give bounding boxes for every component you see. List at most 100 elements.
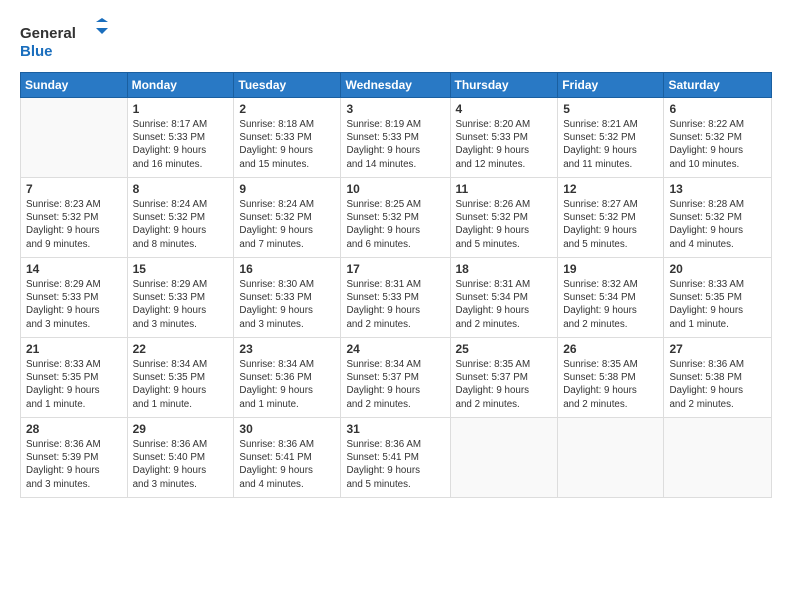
day-number: 19 xyxy=(563,262,658,276)
cell-detail-text: Sunrise: 8:36 AMSunset: 5:41 PMDaylight:… xyxy=(346,438,444,491)
day-number: 3 xyxy=(346,102,444,116)
calendar-cell: 18 Sunrise: 8:31 AMSunset: 5:34 PMDayligh… xyxy=(450,258,558,338)
day-number: 15 xyxy=(133,262,229,276)
cell-detail-text: Sunrise: 8:23 AMSunset: 5:32 PMDaylight:… xyxy=(26,198,122,251)
cell-detail-text: Sunrise: 8:29 AMSunset: 5:33 PMDaylight:… xyxy=(26,278,122,331)
calendar-cell xyxy=(450,418,558,498)
cell-detail-text: Sunrise: 8:31 AMSunset: 5:33 PMDaylight:… xyxy=(346,278,444,331)
calendar-cell: 11Sunrise: 8:26 AMSunset: 5:32 PMDayligh… xyxy=(450,178,558,258)
calendar-table: SundayMondayTuesdayWednesdayThursdayFrid… xyxy=(20,72,772,498)
weekday-header-cell: Sunday xyxy=(21,73,128,98)
cell-detail-text: Sunrise: 8:20 AMSunset: 5:33 PMDaylight:… xyxy=(456,118,553,171)
calendar-cell: 13 Sunrise: 8:28 AMSunset: 5:32 PMDayligh… xyxy=(664,178,772,258)
day-number: 9 xyxy=(239,182,335,196)
calendar-cell: 20 Sunrise: 8:33 AMSunset: 5:35 PMDayligh… xyxy=(664,258,772,338)
cell-detail-text: Sunrise: 8:34 AMSunset: 5:36 PMDaylight:… xyxy=(239,358,335,411)
weekday-header-cell: Thursday xyxy=(450,73,558,98)
day-number: 27 xyxy=(669,342,766,356)
calendar-week-row: 14 Sunrise: 8:29 AMSunset: 5:33 PMDayligh… xyxy=(21,258,772,338)
calendar-cell: 27 Sunrise: 8:36 AMSunset: 5:38 PMDayligh… xyxy=(664,338,772,418)
calendar-cell: 30Sunrise: 8:36 AMSunset: 5:41 PMDayligh… xyxy=(234,418,341,498)
cell-detail-text: Sunrise: 8:36 AMSunset: 5:40 PMDaylight:… xyxy=(133,438,229,491)
calendar-cell: 19 Sunrise: 8:32 AMSunset: 5:34 PMDayligh… xyxy=(558,258,664,338)
day-number: 24 xyxy=(346,342,444,356)
calendar-week-row: 28 Sunrise: 8:36 AMSunset: 5:39 PMDayligh… xyxy=(21,418,772,498)
cell-detail-text: Sunrise: 8:24 AMSunset: 5:32 PMDaylight:… xyxy=(133,198,229,251)
calendar-cell: 26 Sunrise: 8:35 AMSunset: 5:38 PMDayligh… xyxy=(558,338,664,418)
day-number: 11 xyxy=(456,182,553,196)
day-number: 29 xyxy=(133,422,229,436)
header: General Blue xyxy=(20,18,772,62)
calendar-cell: 5Sunrise: 8:21 AMSunset: 5:32 PMDaylight… xyxy=(558,98,664,178)
calendar-cell: 1Sunrise: 8:17 AMSunset: 5:33 PMDaylight… xyxy=(127,98,234,178)
day-number: 10 xyxy=(346,182,444,196)
svg-text:General: General xyxy=(20,25,76,42)
calendar-week-row: 21Sunrise: 8:33 AMSunset: 5:35 PMDayligh… xyxy=(21,338,772,418)
day-number: 25 xyxy=(456,342,553,356)
calendar-cell: 6Sunrise: 8:22 AMSunset: 5:32 PMDaylight… xyxy=(664,98,772,178)
cell-detail-text: Sunrise: 8:34 AMSunset: 5:35 PMDaylight:… xyxy=(133,358,229,411)
cell-detail-text: Sunrise: 8:27 AMSunset: 5:32 PMDaylight:… xyxy=(563,198,658,251)
weekday-header-cell: Friday xyxy=(558,73,664,98)
cell-detail-text: Sunrise: 8:24 AMSunset: 5:32 PMDaylight:… xyxy=(239,198,335,251)
logo: General Blue xyxy=(20,18,110,62)
day-number: 12 xyxy=(563,182,658,196)
weekday-header-cell: Tuesday xyxy=(234,73,341,98)
day-number: 28 xyxy=(26,422,122,436)
cell-detail-text: Sunrise: 8:36 AMSunset: 5:38 PMDaylight:… xyxy=(669,358,766,411)
calendar-cell: 10Sunrise: 8:25 AMSunset: 5:32 PMDayligh… xyxy=(341,178,450,258)
cell-detail-text: Sunrise: 8:35 AMSunset: 5:38 PMDaylight:… xyxy=(563,358,658,411)
calendar-cell: 17 Sunrise: 8:31 AMSunset: 5:33 PMDayligh… xyxy=(341,258,450,338)
calendar-cell: 23 Sunrise: 8:34 AMSunset: 5:36 PMDayligh… xyxy=(234,338,341,418)
calendar-cell: 9 Sunrise: 8:24 AMSunset: 5:32 PMDaylight… xyxy=(234,178,341,258)
calendar-cell: 24Sunrise: 8:34 AMSunset: 5:37 PMDayligh… xyxy=(341,338,450,418)
day-number: 18 xyxy=(456,262,553,276)
calendar-cell: 21Sunrise: 8:33 AMSunset: 5:35 PMDayligh… xyxy=(21,338,128,418)
day-number: 20 xyxy=(669,262,766,276)
calendar-cell: 2Sunrise: 8:18 AMSunset: 5:33 PMDaylight… xyxy=(234,98,341,178)
day-number: 17 xyxy=(346,262,444,276)
calendar-cell: 7 Sunrise: 8:23 AMSunset: 5:32 PMDaylight… xyxy=(21,178,128,258)
day-number: 8 xyxy=(133,182,229,196)
svg-text:Blue: Blue xyxy=(20,43,53,60)
calendar-cell: 16 Sunrise: 8:30 AMSunset: 5:33 PMDayligh… xyxy=(234,258,341,338)
calendar-cell: 31Sunrise: 8:36 AMSunset: 5:41 PMDayligh… xyxy=(341,418,450,498)
weekday-header-cell: Saturday xyxy=(664,73,772,98)
day-number: 14 xyxy=(26,262,122,276)
day-number: 23 xyxy=(239,342,335,356)
calendar-week-row: 7 Sunrise: 8:23 AMSunset: 5:32 PMDaylight… xyxy=(21,178,772,258)
cell-detail-text: Sunrise: 8:36 AMSunset: 5:39 PMDaylight:… xyxy=(26,438,122,491)
calendar-cell xyxy=(21,98,128,178)
cell-detail-text: Sunrise: 8:30 AMSunset: 5:33 PMDaylight:… xyxy=(239,278,335,331)
weekday-header-cell: Wednesday xyxy=(341,73,450,98)
weekday-header-cell: Monday xyxy=(127,73,234,98)
calendar-cell: 3Sunrise: 8:19 AMSunset: 5:33 PMDaylight… xyxy=(341,98,450,178)
day-number: 13 xyxy=(669,182,766,196)
day-number: 4 xyxy=(456,102,553,116)
cell-detail-text: Sunrise: 8:33 AMSunset: 5:35 PMDaylight:… xyxy=(669,278,766,331)
cell-detail-text: Sunrise: 8:31 AMSunset: 5:34 PMDaylight:… xyxy=(456,278,553,331)
calendar-cell: 14 Sunrise: 8:29 AMSunset: 5:33 PMDayligh… xyxy=(21,258,128,338)
calendar-cell: 22 Sunrise: 8:34 AMSunset: 5:35 PMDayligh… xyxy=(127,338,234,418)
day-number: 22 xyxy=(133,342,229,356)
cell-detail-text: Sunrise: 8:32 AMSunset: 5:34 PMDaylight:… xyxy=(563,278,658,331)
cell-detail-text: Sunrise: 8:28 AMSunset: 5:32 PMDaylight:… xyxy=(669,198,766,251)
day-number: 6 xyxy=(669,102,766,116)
cell-detail-text: Sunrise: 8:21 AMSunset: 5:32 PMDaylight:… xyxy=(563,118,658,171)
day-number: 21 xyxy=(26,342,122,356)
calendar-week-row: 1Sunrise: 8:17 AMSunset: 5:33 PMDaylight… xyxy=(21,98,772,178)
calendar-cell: 15 Sunrise: 8:29 AMSunset: 5:33 PMDayligh… xyxy=(127,258,234,338)
day-number: 7 xyxy=(26,182,122,196)
day-number: 26 xyxy=(563,342,658,356)
cell-detail-text: Sunrise: 8:35 AMSunset: 5:37 PMDaylight:… xyxy=(456,358,553,411)
calendar-body: 1Sunrise: 8:17 AMSunset: 5:33 PMDaylight… xyxy=(21,98,772,498)
cell-detail-text: Sunrise: 8:36 AMSunset: 5:41 PMDaylight:… xyxy=(239,438,335,491)
weekday-header-row: SundayMondayTuesdayWednesdayThursdayFrid… xyxy=(21,73,772,98)
cell-detail-text: Sunrise: 8:29 AMSunset: 5:33 PMDaylight:… xyxy=(133,278,229,331)
cell-detail-text: Sunrise: 8:18 AMSunset: 5:33 PMDaylight:… xyxy=(239,118,335,171)
day-number: 16 xyxy=(239,262,335,276)
calendar-cell xyxy=(558,418,664,498)
calendar-cell: 28 Sunrise: 8:36 AMSunset: 5:39 PMDayligh… xyxy=(21,418,128,498)
logo-svg: General Blue xyxy=(20,18,110,62)
calendar-cell: 8 Sunrise: 8:24 AMSunset: 5:32 PMDaylight… xyxy=(127,178,234,258)
